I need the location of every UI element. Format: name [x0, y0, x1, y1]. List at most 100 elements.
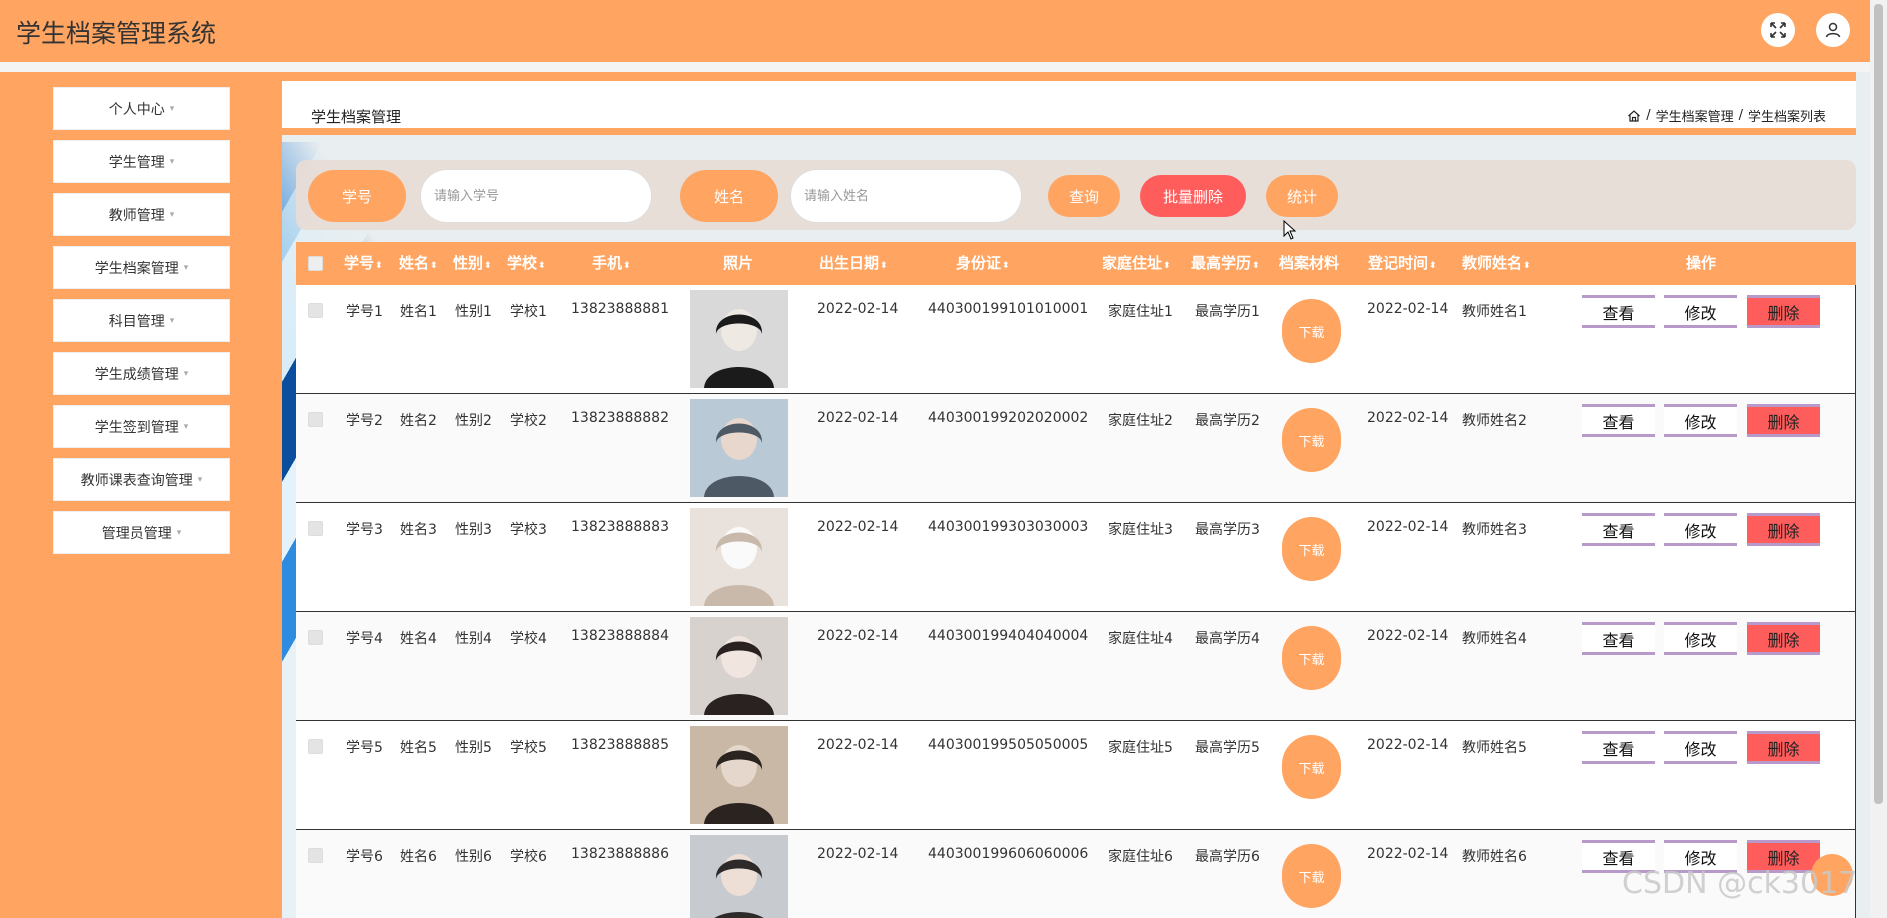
sort-icon[interactable]: ⬍: [430, 261, 438, 271]
sort-icon[interactable]: ⬍: [1252, 261, 1260, 271]
edit-button[interactable]: 修改: [1664, 622, 1737, 655]
cell-birth: 2022-02-14: [817, 410, 899, 426]
select-all-checkbox[interactable]: [308, 256, 323, 271]
sidebar-item-label: 科目管理: [108, 313, 165, 330]
cell-education: 最高学历4: [1195, 631, 1260, 647]
col-header-name[interactable]: 姓名⬍: [399, 242, 438, 285]
cell-address: 家庭住址6: [1108, 849, 1173, 865]
edit-button[interactable]: 修改: [1664, 513, 1737, 546]
fullscreen-button[interactable]: [1761, 13, 1795, 47]
sidebar-item-students[interactable]: 学生管理 ▾: [53, 140, 230, 183]
sidebar-item-student-archives[interactable]: 学生档案管理 ▾: [53, 246, 230, 289]
delete-button[interactable]: 删除: [1747, 731, 1820, 764]
photo-image: [690, 399, 788, 497]
row-checkbox[interactable]: [308, 521, 323, 536]
download-button[interactable]: 下载: [1282, 408, 1341, 472]
col-header-address[interactable]: 家庭住址⬍: [1102, 242, 1171, 285]
download-button[interactable]: 下载: [1282, 626, 1341, 690]
query-button[interactable]: 查询: [1048, 175, 1120, 217]
user-button[interactable]: [1816, 13, 1850, 47]
cell-idcard: 440300199101010001: [928, 301, 1089, 317]
sort-icon[interactable]: ⬍: [1002, 261, 1010, 271]
sort-icon[interactable]: ⬍: [1523, 261, 1531, 271]
col-header-birth[interactable]: 出生日期⬍: [819, 242, 888, 285]
sidebar-item-personal-center[interactable]: 个人中心 ▾: [53, 87, 230, 130]
cell-regtime: 2022-02-14: [1367, 737, 1449, 753]
download-button[interactable]: 下载: [1282, 844, 1341, 908]
student-photo[interactable]: [690, 290, 788, 388]
archives-table: 学号⬍ 姓名⬍ 性别⬍ 学校⬍ 手机⬍ 照片 出生日期⬍ 身份证⬍ 家庭住址⬍ …: [296, 242, 1856, 918]
cell-teacher: 教师姓名4: [1462, 631, 1527, 647]
col-header-education[interactable]: 最高学历⬍: [1191, 242, 1260, 285]
sidebar-item-subjects[interactable]: 科目管理 ▾: [53, 299, 230, 342]
student-photo[interactable]: [690, 617, 788, 715]
row-checkbox[interactable]: [308, 848, 323, 863]
view-button[interactable]: 查看: [1582, 295, 1655, 328]
student-photo[interactable]: [690, 835, 788, 918]
sort-icon[interactable]: ⬍: [484, 261, 492, 271]
student-photo[interactable]: [690, 508, 788, 606]
sidebar-item-timetable[interactable]: 教师课表查询管理 ▾: [53, 458, 230, 501]
view-button[interactable]: 查看: [1582, 622, 1655, 655]
download-button[interactable]: 下载: [1282, 735, 1341, 799]
col-header-regtime[interactable]: 登记时间⬍: [1368, 242, 1437, 285]
view-button[interactable]: 查看: [1582, 731, 1655, 764]
sort-icon[interactable]: ⬍: [1429, 261, 1437, 271]
breadcrumb-item-archives[interactable]: 学生档案管理: [1656, 106, 1734, 125]
batch-delete-button[interactable]: 批量删除: [1140, 175, 1246, 217]
name-input[interactable]: [790, 169, 1022, 223]
row-checkbox[interactable]: [308, 739, 323, 754]
col-header-photo: 照片: [723, 254, 754, 272]
col-header-id[interactable]: 学号⬍: [344, 242, 383, 285]
sort-icon[interactable]: ⬍: [880, 261, 888, 271]
col-header-school[interactable]: 学校⬍: [507, 242, 546, 285]
cell-gender: 性别2: [455, 413, 492, 429]
view-button[interactable]: 查看: [1582, 513, 1655, 546]
delete-button[interactable]: 删除: [1747, 295, 1820, 328]
stats-button[interactable]: 统计: [1266, 175, 1338, 217]
mouse-cursor-icon: [1283, 220, 1297, 240]
col-header-label: 身份证: [956, 254, 1002, 272]
sidebar-item-admins[interactable]: 管理员管理 ▾: [53, 511, 230, 554]
sort-icon[interactable]: ⬍: [623, 261, 631, 271]
watermark: CSDN @ck3017: [1622, 866, 1858, 901]
delete-button[interactable]: 删除: [1747, 622, 1820, 655]
row-checkbox[interactable]: [308, 630, 323, 645]
student-id-input[interactable]: [420, 169, 652, 223]
sidebar-item-attendance[interactable]: 学生签到管理 ▾: [53, 405, 230, 448]
sidebar-item-grades[interactable]: 学生成绩管理 ▾: [53, 352, 230, 395]
download-button[interactable]: 下载: [1282, 517, 1341, 581]
col-header-idcard[interactable]: 身份证⬍: [956, 242, 1010, 285]
cell-phone: 13823888885: [571, 737, 669, 753]
sort-icon[interactable]: ⬍: [1163, 261, 1171, 271]
edit-button[interactable]: 修改: [1664, 731, 1737, 764]
student-photo[interactable]: [690, 726, 788, 824]
student-photo[interactable]: [690, 399, 788, 497]
sidebar-item-label: 个人中心: [108, 101, 165, 118]
scrollbar-thumb[interactable]: [1874, 4, 1883, 804]
delete-button[interactable]: 删除: [1747, 513, 1820, 546]
sidebar-item-label: 学生管理: [108, 154, 165, 171]
view-button[interactable]: 查看: [1582, 404, 1655, 437]
home-icon[interactable]: [1627, 109, 1641, 123]
edit-button[interactable]: 修改: [1664, 295, 1737, 328]
sort-icon[interactable]: ⬍: [538, 261, 546, 271]
sidebar-item-teachers[interactable]: 教师管理 ▾: [53, 193, 230, 236]
col-header-teacher[interactable]: 教师姓名⬍: [1462, 242, 1531, 285]
cell-gender: 性别3: [455, 522, 492, 538]
col-header-phone[interactable]: 手机⬍: [592, 242, 631, 285]
delete-button[interactable]: 删除: [1747, 404, 1820, 437]
col-header-gender[interactable]: 性别⬍: [453, 242, 492, 285]
cell-name: 姓名5: [400, 740, 437, 756]
page-title: 学生档案管理: [311, 108, 402, 126]
row-checkbox[interactable]: [308, 412, 323, 427]
sort-icon[interactable]: ⬍: [375, 261, 383, 271]
cell-birth: 2022-02-14: [817, 846, 899, 862]
row-checkbox[interactable]: [308, 303, 323, 318]
col-header-label: 家庭住址: [1102, 254, 1163, 272]
col-header-label: 出生日期: [819, 254, 880, 272]
edit-button[interactable]: 修改: [1664, 404, 1737, 437]
download-button[interactable]: 下载: [1282, 299, 1341, 363]
app-title: 学生档案管理系统: [16, 19, 217, 48]
page-scrollbar[interactable]: [1870, 0, 1887, 918]
